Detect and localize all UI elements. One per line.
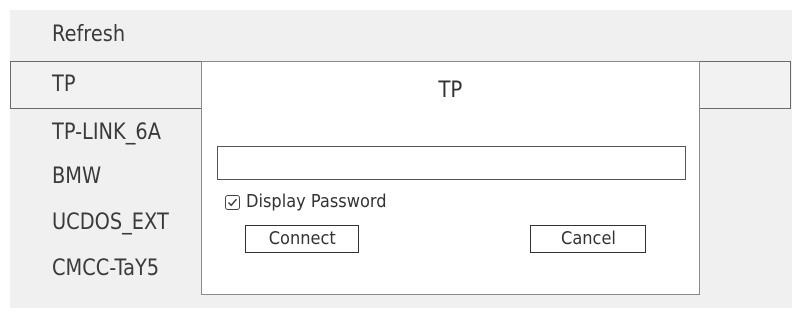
connect-button-label: Connect	[268, 228, 336, 249]
connect-button[interactable]: Connect	[245, 225, 359, 253]
dialog-title: TP	[202, 78, 699, 103]
checkmark-icon	[227, 198, 238, 207]
password-input[interactable]	[217, 146, 686, 180]
network-item-tp-link[interactable]: TP-LINK_6A	[52, 120, 161, 145]
cancel-button[interactable]: Cancel	[530, 225, 646, 253]
wifi-password-dialog: TP Display Password Connect Cancel	[201, 61, 700, 295]
display-password-label: Display Password	[246, 191, 387, 212]
network-item-bmw[interactable]: BMW	[52, 164, 101, 189]
cancel-button-label: Cancel	[560, 228, 616, 249]
refresh-button[interactable]: Refresh	[52, 22, 125, 47]
network-item-ucdos[interactable]: UCDOS_EXT	[52, 210, 169, 235]
display-password-checkbox[interactable]	[225, 195, 240, 210]
network-item-tp[interactable]: TP	[52, 72, 76, 97]
network-item-cmcc[interactable]: CMCC-TaY5	[52, 256, 159, 281]
dialog-title-text: TP	[438, 78, 463, 103]
